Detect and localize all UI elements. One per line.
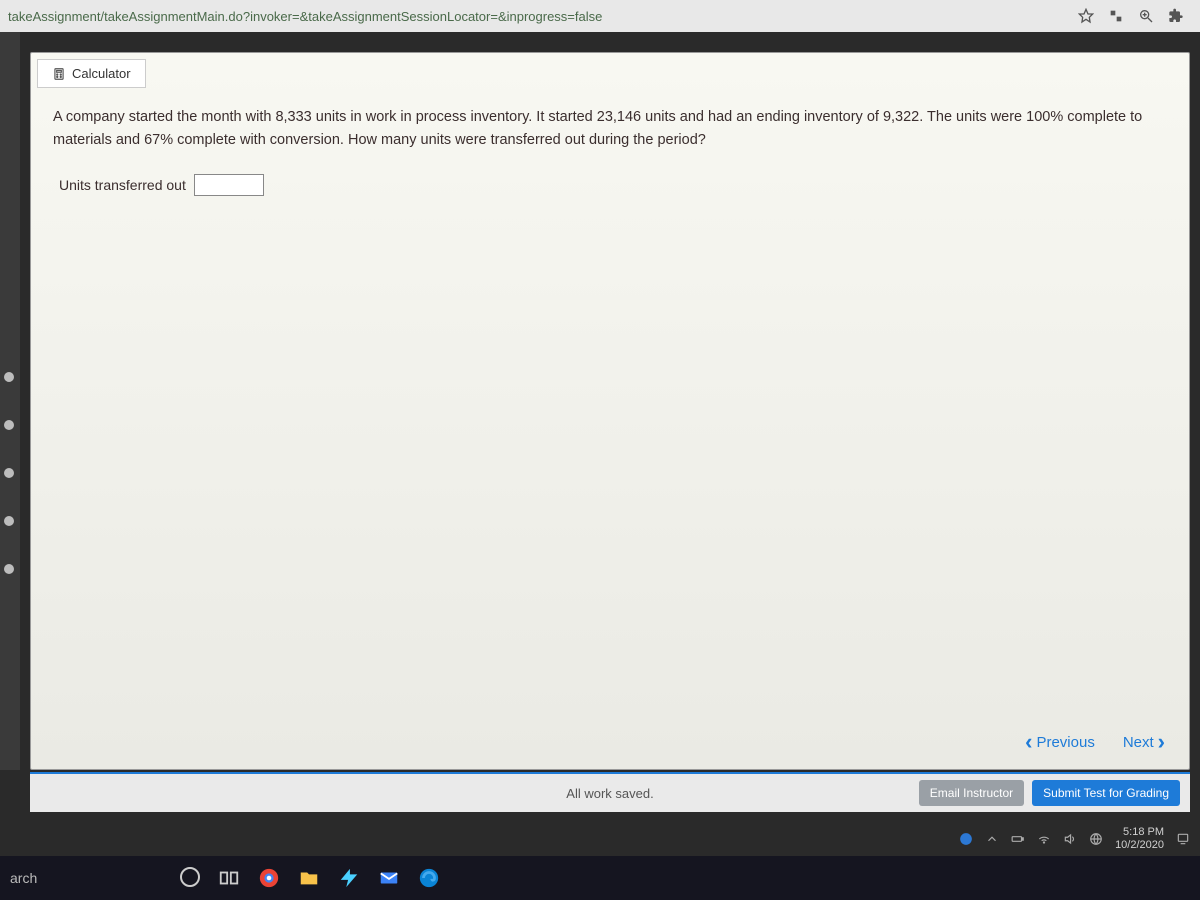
date-text: 10/2/2020 bbox=[1115, 839, 1164, 852]
puzzle-icon[interactable] bbox=[1168, 8, 1184, 24]
volume-icon[interactable] bbox=[1063, 832, 1077, 846]
browser-address-bar: takeAssignment/takeAssignmentMain.do?inv… bbox=[0, 0, 1200, 32]
chrome-icon[interactable] bbox=[258, 867, 280, 889]
security-icon[interactable] bbox=[959, 832, 973, 846]
save-status: All work saved. bbox=[566, 786, 653, 801]
edge-icon[interactable] bbox=[418, 867, 440, 889]
chevron-right-icon: › bbox=[1158, 729, 1165, 755]
calculator-tab-label: Calculator bbox=[72, 66, 131, 81]
task-view-icon[interactable] bbox=[218, 867, 240, 889]
progress-dot[interactable] bbox=[4, 468, 14, 478]
browser-action-icons bbox=[1078, 8, 1192, 24]
question-frame: Calculator A company started the month w… bbox=[30, 52, 1190, 770]
next-label: Next bbox=[1123, 734, 1154, 751]
footer-bar: All work saved. Email Instructor Submit … bbox=[30, 772, 1190, 812]
file-explorer-icon[interactable] bbox=[298, 867, 320, 889]
star-icon[interactable] bbox=[1078, 8, 1094, 24]
submit-test-button[interactable]: Submit Test for Grading bbox=[1032, 780, 1180, 806]
taskbar: arch bbox=[0, 856, 1200, 900]
network-icon[interactable] bbox=[1089, 832, 1103, 846]
footer-actions: Email Instructor Submit Test for Grading bbox=[919, 780, 1180, 806]
chevron-up-icon[interactable] bbox=[985, 832, 999, 846]
answer-row: Units transferred out bbox=[59, 174, 1189, 196]
previous-label: Previous bbox=[1036, 734, 1094, 751]
zoom-icon[interactable] bbox=[1138, 8, 1154, 24]
url-text[interactable]: takeAssignment/takeAssignmentMain.do?inv… bbox=[8, 9, 1078, 24]
taskbar-apps bbox=[180, 867, 440, 889]
next-button[interactable]: Next › bbox=[1123, 729, 1165, 755]
progress-dot[interactable] bbox=[4, 420, 14, 430]
calculator-tab[interactable]: Calculator bbox=[37, 59, 146, 88]
cortana-icon[interactable] bbox=[180, 867, 200, 887]
taskbar-search[interactable]: arch bbox=[10, 870, 160, 886]
calculator-icon bbox=[52, 67, 66, 81]
answer-label: Units transferred out bbox=[59, 177, 186, 193]
progress-dot[interactable] bbox=[4, 516, 14, 526]
system-tray: 5:18 PM 10/2/2020 bbox=[959, 826, 1190, 852]
progress-dot[interactable] bbox=[4, 564, 14, 574]
progress-dot[interactable] bbox=[4, 372, 14, 382]
chevron-left-icon: ‹ bbox=[1025, 729, 1032, 755]
answer-input[interactable] bbox=[194, 174, 264, 196]
notifications-icon[interactable] bbox=[1176, 832, 1190, 846]
question-nav: ‹ Previous Next › bbox=[1025, 729, 1165, 755]
email-instructor-button[interactable]: Email Instructor bbox=[919, 780, 1024, 806]
question-text: A company started the month with 8,333 u… bbox=[53, 106, 1167, 152]
progress-dots bbox=[4, 372, 14, 574]
previous-button[interactable]: ‹ Previous bbox=[1025, 729, 1095, 755]
main-area: ‹ Calculator A company started the month… bbox=[0, 32, 1200, 900]
wifi-icon[interactable] bbox=[1037, 832, 1051, 846]
time-text: 5:18 PM bbox=[1115, 826, 1164, 839]
mail-icon[interactable] bbox=[378, 867, 400, 889]
bolt-icon[interactable] bbox=[338, 867, 360, 889]
clock[interactable]: 5:18 PM 10/2/2020 bbox=[1115, 826, 1164, 852]
battery-icon[interactable] bbox=[1011, 832, 1025, 846]
extension-icon[interactable] bbox=[1108, 8, 1124, 24]
